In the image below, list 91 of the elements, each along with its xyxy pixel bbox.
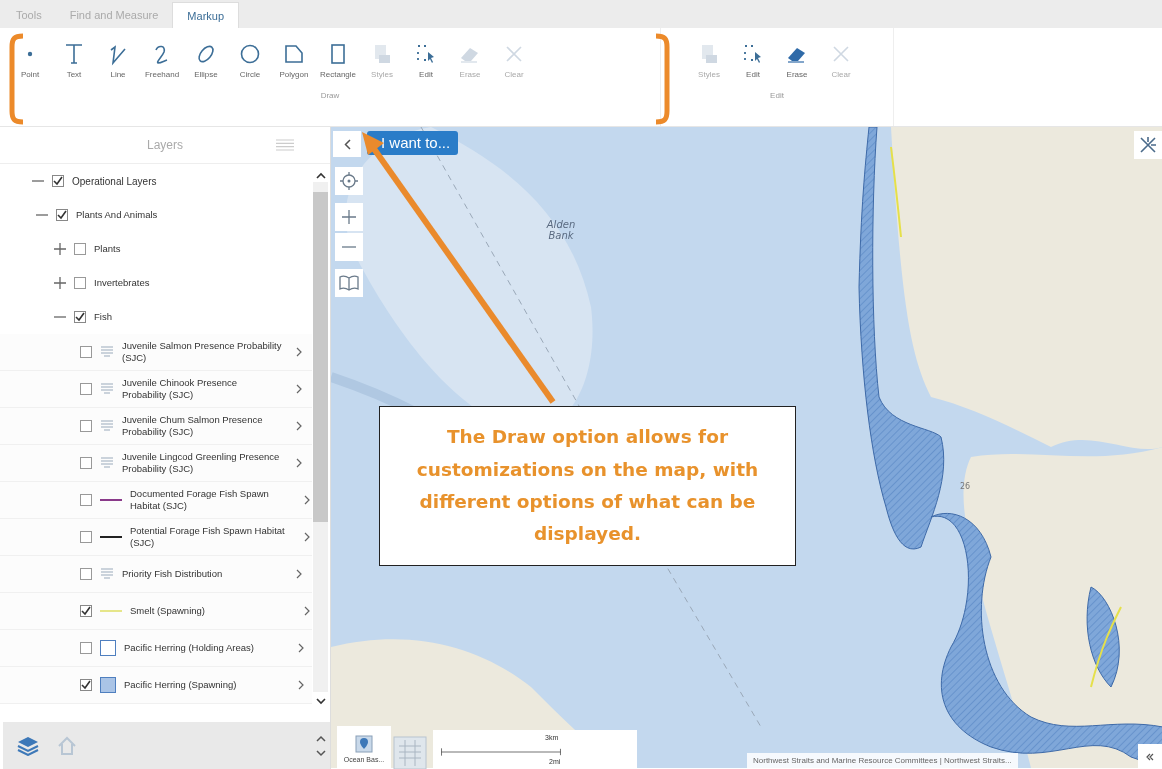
zoom-in-button[interactable] xyxy=(335,203,363,231)
layer-name[interactable]: Priority Fish Distribution xyxy=(122,567,282,581)
layer-name[interactable]: Juvenile Salmon Presence Probability (SJC) xyxy=(122,339,282,365)
checkbox[interactable] xyxy=(80,457,92,469)
layer-name[interactable]: Potential Forage Fish Spawn Habitat (SJC) xyxy=(130,524,290,550)
layer-name[interactable]: Pacific Herring (Spawning) xyxy=(124,678,284,692)
i-want-to-button[interactable]: I want to... xyxy=(367,131,459,155)
checkbox[interactable] xyxy=(80,679,92,691)
attribution-text: Northwest Straits and Marine Resource Committees | Northwest Straits... xyxy=(747,753,1018,768)
legend-icon xyxy=(100,456,114,470)
layer-name[interactable]: Documented Forage Fish Spawn Habitat (SJC) xyxy=(130,487,290,513)
chevron-icon[interactable] xyxy=(304,606,310,616)
chevron-icon[interactable] xyxy=(298,680,304,690)
checkbox[interactable] xyxy=(56,209,68,221)
expand-icon[interactable] xyxy=(54,277,66,289)
panel-title: Layers xyxy=(147,138,183,152)
checkbox[interactable] xyxy=(52,175,64,187)
collapse-button[interactable] xyxy=(333,131,361,157)
legend-icon xyxy=(100,382,114,396)
layer-name[interactable]: Juvenile Lingcod Greenling Presence Probability (SJC) xyxy=(122,450,282,476)
checkbox[interactable] xyxy=(80,531,92,543)
tool-button[interactable]: Freehand xyxy=(140,40,184,81)
tools-button[interactable] xyxy=(1134,131,1162,159)
locate-button[interactable] xyxy=(335,167,363,195)
tool-button[interactable]: Line xyxy=(96,40,140,81)
tool-button[interactable]: Rectangle xyxy=(316,40,360,81)
caret-down-icon[interactable] xyxy=(316,750,326,757)
layer-name[interactable]: Operational Layers xyxy=(72,174,157,188)
scroll-down-icon[interactable] xyxy=(316,698,326,705)
chevron-icon[interactable] xyxy=(304,495,310,505)
tool-button[interactable]: Point xyxy=(8,40,52,81)
scroll-thumb[interactable] xyxy=(313,192,328,522)
chevron-icon[interactable] xyxy=(296,569,302,579)
layer-name[interactable]: Fish xyxy=(94,310,112,324)
layer-name[interactable]: Plants And Animals xyxy=(76,208,158,222)
map-label: 26 xyxy=(960,482,971,491)
tools-icon xyxy=(1139,136,1157,154)
tool-button[interactable]: Edit xyxy=(404,40,448,81)
legend-icon xyxy=(100,419,114,433)
checkbox[interactable] xyxy=(80,642,92,654)
scrollbar[interactable] xyxy=(313,182,328,692)
checkbox[interactable] xyxy=(80,383,92,395)
tool-button[interactable]: Polygon xyxy=(272,40,316,81)
checkbox[interactable] xyxy=(74,277,86,289)
layer-name[interactable]: Plants xyxy=(94,242,121,256)
checkbox[interactable] xyxy=(74,311,86,323)
checkbox[interactable] xyxy=(80,494,92,506)
expand-icon[interactable] xyxy=(54,243,66,255)
layer-name[interactable]: Pacific Herring (Holding Areas) xyxy=(124,641,284,655)
chevron-icon[interactable] xyxy=(298,643,304,653)
crosshair-icon xyxy=(340,172,358,190)
chevron-icon[interactable] xyxy=(296,347,302,357)
polygon-icon xyxy=(282,42,306,66)
circle-icon xyxy=(238,42,262,66)
double-chevron-icon xyxy=(1146,753,1154,761)
book-icon xyxy=(339,275,359,291)
tool-button[interactable]: Ellipse xyxy=(184,40,228,81)
layer-name[interactable]: Smelt (Spawning) xyxy=(130,604,290,618)
scroll-up-icon[interactable] xyxy=(316,172,326,179)
checkbox[interactable] xyxy=(80,420,92,432)
checkbox[interactable] xyxy=(74,243,86,255)
chevron-icon[interactable] xyxy=(296,458,302,468)
zoom-out-button[interactable] xyxy=(335,233,363,261)
bookmark-button[interactable] xyxy=(335,269,363,297)
map-label: Alden Bank xyxy=(545,219,577,241)
callout-text: The Draw option allows for customizations on the map, with different options of what can be displayed. xyxy=(415,425,760,547)
layer-name[interactable]: Juvenile Chinook Presence Probability (SJC) xyxy=(122,376,282,402)
layer-name[interactable]: Juvenile Chum Salmon Presence Probability (SJC) xyxy=(122,413,282,439)
tool-button[interactable]: Text xyxy=(52,40,96,81)
tool-button[interactable]: Edit xyxy=(731,40,775,81)
caret-up-icon[interactable] xyxy=(316,735,326,742)
point-icon xyxy=(27,51,33,57)
plus-icon xyxy=(342,210,356,224)
checkbox[interactable] xyxy=(80,346,92,358)
basemap-thumbnail xyxy=(393,736,427,769)
tool-button[interactable]: Erase xyxy=(775,40,819,81)
chevron-icon[interactable] xyxy=(304,532,310,542)
layer-name[interactable]: Invertebrates xyxy=(94,276,150,290)
legend-icon xyxy=(100,345,114,359)
checkbox[interactable] xyxy=(80,568,92,580)
map-pin-icon xyxy=(354,733,374,754)
tool-button[interactable]: Circle xyxy=(228,40,272,81)
chevron-icon[interactable] xyxy=(296,384,302,394)
chevron-icon[interactable] xyxy=(296,421,302,431)
layers-icon[interactable] xyxy=(17,736,39,756)
chevron-left-icon xyxy=(343,138,351,150)
group-label: Draw xyxy=(320,91,340,100)
checkbox[interactable] xyxy=(80,605,92,617)
tab[interactable]: Markup xyxy=(172,2,240,28)
group-label: Edit xyxy=(770,91,784,100)
legend-icon xyxy=(100,567,114,581)
